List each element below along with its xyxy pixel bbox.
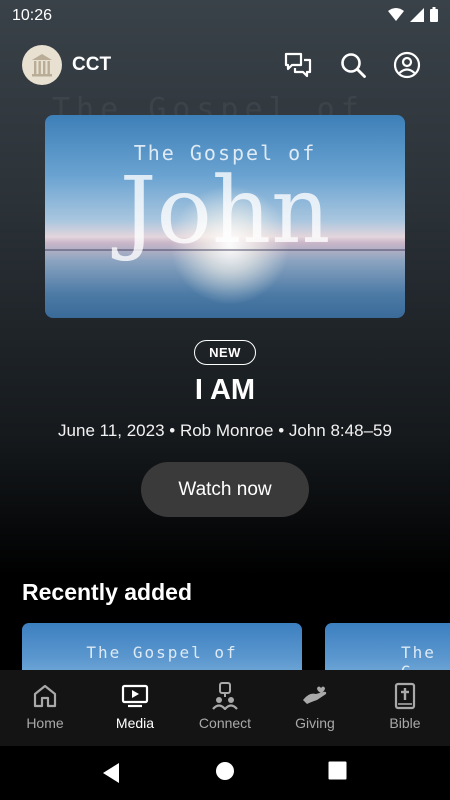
featured-sermon-artwork[interactable]: The Gospel of John (45, 115, 405, 318)
home-icon (31, 682, 59, 710)
back-icon[interactable] (101, 762, 121, 784)
recents-icon[interactable] (328, 761, 347, 780)
sermon-title: I AM (194, 374, 256, 406)
thumbnail-art-text: The Gospel of (86, 643, 238, 662)
chat-icon[interactable] (284, 51, 312, 79)
system-navigation-bar (0, 746, 450, 800)
nav-item-connect[interactable]: Connect (180, 670, 270, 746)
sermon-meta: June 11, 2023 • Rob Monroe • John 8:48–5… (58, 421, 392, 440)
nav-item-home[interactable]: Home (0, 670, 90, 746)
status-icons (388, 7, 438, 22)
nav-label: Connect (198, 715, 252, 731)
wifi-icon (388, 7, 404, 21)
home-circle-icon[interactable] (215, 761, 235, 781)
nav-label: Media (115, 715, 155, 731)
artwork-title: John (119, 157, 331, 264)
watch-now-button[interactable]: Watch now (141, 462, 309, 517)
signal-icon (410, 7, 424, 22)
battery-icon (430, 7, 438, 22)
bible-icon (391, 682, 419, 710)
nav-label: Giving (295, 715, 335, 731)
people-icon (211, 682, 239, 710)
account-icon[interactable] (393, 51, 421, 79)
status-time: 10:26 (12, 7, 53, 24)
app-name: CCT (72, 54, 112, 75)
tv-icon (121, 682, 149, 710)
search-icon[interactable] (339, 51, 367, 79)
nav-label: Bible (389, 715, 421, 731)
church-logo-avatar[interactable] (22, 45, 62, 85)
nav-item-bible[interactable]: Bible (360, 670, 450, 746)
nav-item-giving[interactable]: Giving (270, 670, 360, 746)
bottom-navigation: Home Media Connect Giving Bible (0, 670, 450, 746)
new-badge: NEW (194, 340, 256, 365)
app-screen: The Gospel of 10:26 CCT The Gospel of Jo… (0, 0, 450, 800)
recently-added-heading: Recently added (22, 579, 192, 605)
app-header: CCT (0, 40, 450, 92)
hand-heart-icon (301, 682, 329, 710)
nav-label: Home (26, 715, 64, 731)
church-building-icon (32, 54, 52, 77)
status-bar: 10:26 (0, 0, 450, 32)
nav-item-media[interactable]: Media (90, 670, 180, 746)
